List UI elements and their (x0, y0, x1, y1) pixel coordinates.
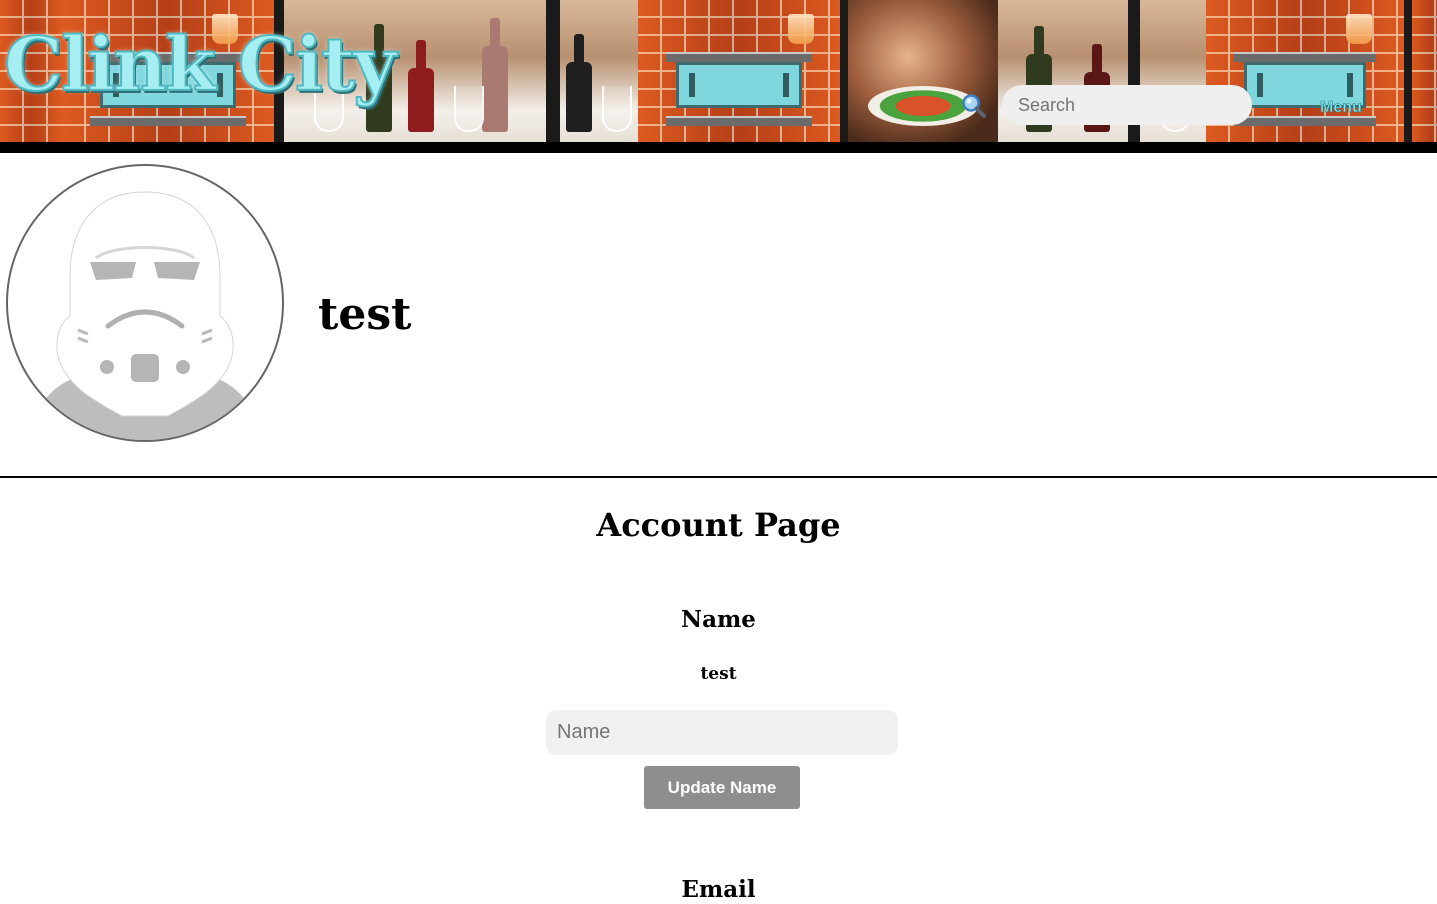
profile-display-name: test (318, 289, 412, 340)
section-divider (0, 476, 1437, 478)
update-name-button[interactable]: Update Name (644, 766, 800, 809)
stormtrooper-avatar-icon (28, 191, 262, 440)
site-logo[interactable]: Clink City (3, 27, 397, 103)
search-icon[interactable] (961, 93, 987, 119)
search-input[interactable] (1002, 85, 1252, 125)
menu-link[interactable]: Menu (1320, 99, 1362, 117)
account-page-title: Account Page (596, 506, 841, 544)
banner-brick-panel (638, 0, 840, 142)
banner-food-panel (848, 0, 998, 142)
banner-brick-panel (1412, 0, 1437, 142)
banner-bottles-panel (560, 0, 638, 142)
name-section-heading: Name (681, 606, 756, 633)
current-name-value: test (700, 664, 737, 684)
avatar (6, 164, 284, 442)
header-banner: Clink City Menu (0, 0, 1437, 153)
email-section-heading: Email (681, 876, 756, 903)
name-field[interactable] (546, 710, 898, 755)
